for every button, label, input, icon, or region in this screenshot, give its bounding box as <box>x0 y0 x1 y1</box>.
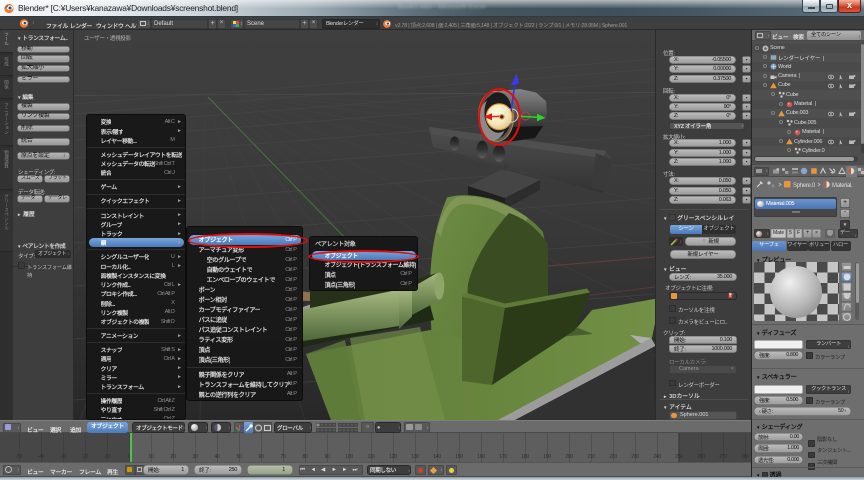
svg-text:ユーザー・透視投影: ユーザー・透視投影 <box>84 34 131 42</box>
svg-text:Material.: Material. <box>832 183 853 189</box>
svg-text:Sphere.0: Sphere.0 <box>793 183 816 189</box>
